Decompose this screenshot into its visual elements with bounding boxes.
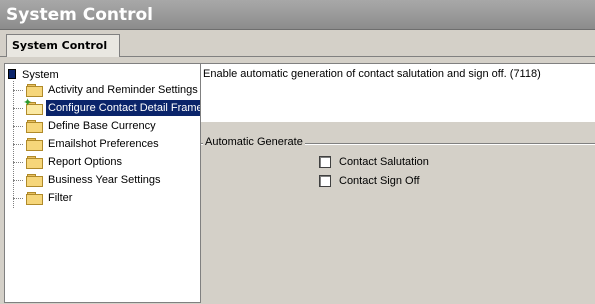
folder-icon	[26, 192, 43, 205]
tree-item-label: Business Year Settings	[48, 174, 161, 186]
settings-tree[interactable]: System Activity and Reminder Settings ✦ …	[4, 63, 201, 303]
tree-connector	[13, 162, 23, 163]
system-icon	[8, 69, 16, 79]
tree-item-label: Configure Contact Detail Frame	[46, 100, 200, 116]
folder-icon	[26, 156, 43, 169]
tree-item-label: Filter	[48, 192, 73, 204]
checkbox-box[interactable]	[319, 175, 331, 187]
tree-connector	[13, 198, 23, 199]
tree-root-label: System	[22, 69, 59, 81]
tree-connector	[13, 144, 23, 145]
tree-item-label: Activity and Reminder Settings	[48, 84, 198, 96]
tree-connector	[13, 90, 23, 91]
folder-icon	[26, 84, 43, 97]
tab-system-control[interactable]: System Control	[6, 34, 120, 57]
folder-icon	[26, 120, 43, 133]
group-legend: Automatic Generate	[203, 135, 305, 149]
checkbox-label: Contact Salutation	[339, 156, 429, 168]
tree-root-system[interactable]: System	[8, 68, 59, 82]
window-title: System Control	[0, 0, 595, 30]
folder-icon	[26, 138, 43, 151]
tree-connector	[13, 180, 23, 181]
tab-strip: System Control	[0, 30, 595, 57]
tree-item-label: Define Base Currency	[48, 120, 156, 132]
folder-open-icon: ✦	[23, 98, 43, 115]
checkbox-box[interactable]	[319, 156, 331, 168]
tree-item-label: Emailshot Preferences	[48, 138, 159, 150]
folder-icon	[26, 174, 43, 187]
setting-description: Enable automatic generation of contact s…	[201, 63, 595, 122]
tree-connector	[13, 108, 23, 109]
tree-connector	[13, 126, 23, 127]
tree-item-label: Report Options	[48, 156, 122, 168]
checkbox-label: Contact Sign Off	[339, 175, 420, 187]
